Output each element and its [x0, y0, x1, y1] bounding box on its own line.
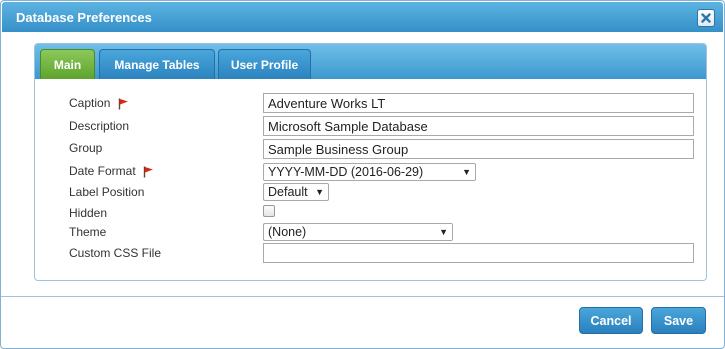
required-flag-icon: [118, 98, 128, 110]
theme-label: Theme: [69, 225, 107, 239]
tab-manage-tables[interactable]: Manage Tables: [99, 49, 215, 79]
tab-main[interactable]: Main: [40, 49, 95, 79]
custom-css-input[interactable]: [263, 243, 694, 263]
dialog-title: Database Preferences: [16, 10, 152, 25]
label-position-select[interactable]: Default ▼: [263, 183, 329, 201]
caption-label: Caption: [69, 96, 129, 110]
required-flag-icon: [143, 166, 154, 178]
hidden-checkbox[interactable]: [263, 205, 275, 217]
custom-css-label: Custom CSS File: [69, 246, 162, 260]
date-format-select[interactable]: YYYY-MM-DD (2016-06-29) ▼: [263, 163, 476, 181]
date-format-label: Date Format: [69, 164, 154, 178]
tab-strip: Main Manage Tables User Profile: [35, 44, 706, 79]
close-button[interactable]: [697, 9, 715, 27]
tab-user-profile[interactable]: User Profile: [218, 49, 311, 79]
hidden-label: Hidden: [69, 206, 108, 220]
theme-select[interactable]: (None) ▼: [263, 223, 453, 241]
description-label: Description: [69, 119, 130, 133]
label-position-label: Label Position: [69, 185, 145, 199]
dialog-titlebar[interactable]: Database Preferences: [2, 2, 723, 32]
group-input[interactable]: [263, 139, 694, 159]
dropdown-arrow-icon: ▼: [315, 187, 324, 197]
footer-divider: [1, 296, 724, 297]
close-icon: [701, 13, 711, 23]
description-input[interactable]: [263, 116, 694, 136]
dropdown-arrow-icon: ▼: [439, 227, 448, 237]
caption-input[interactable]: [263, 93, 694, 113]
group-label: Group: [69, 141, 103, 155]
database-preferences-dialog: Database Preferences Main Manage Tables …: [0, 0, 725, 349]
preferences-panel: Main Manage Tables User Profile Caption …: [34, 43, 707, 281]
dropdown-arrow-icon: ▼: [462, 167, 471, 177]
cancel-button[interactable]: Cancel: [579, 307, 643, 334]
save-button[interactable]: Save: [651, 307, 706, 334]
